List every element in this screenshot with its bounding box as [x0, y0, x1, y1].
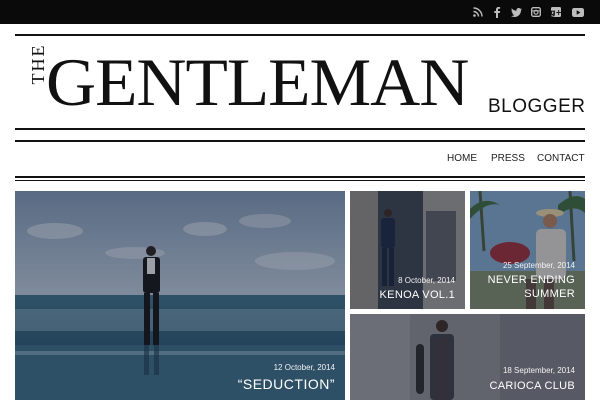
post-tile-kenoa[interactable]: 8 October, 2014 KENOA VOL.1 [350, 191, 465, 309]
masthead-rule-bottom [15, 128, 585, 130]
rss-icon[interactable] [472, 6, 484, 18]
svg-text:g+: g+ [551, 8, 561, 17]
post-date: 25 September, 2014 [502, 261, 575, 270]
facebook-icon[interactable] [491, 6, 503, 18]
google-plus-icon[interactable]: g+ [550, 6, 562, 18]
logo-wordmark[interactable]: GENTLEMAN [46, 42, 495, 122]
nav-contact[interactable]: CONTACT [537, 153, 585, 164]
masthead-rule-top [15, 34, 585, 36]
post-tile-seduction[interactable]: 12 October, 2014 “SEDUCTION” [15, 191, 345, 400]
post-date: 8 October, 2014 [398, 276, 455, 285]
post-title-line1[interactable]: NEVER ENDING [488, 274, 575, 286]
post-tile-carioca-club[interactable]: 18 September, 2014 CARIOCA CLUB [350, 314, 585, 400]
twitter-icon[interactable] [510, 6, 522, 18]
post-title[interactable]: CARIOCA CLUB [489, 380, 575, 392]
nav-rule-top [15, 140, 585, 142]
nav-home[interactable]: HOME [447, 153, 477, 164]
post-date: 12 October, 2014 [273, 363, 335, 372]
post-title-line2[interactable]: SUMMER [524, 288, 575, 300]
nav-rule-bottom [15, 176, 585, 178]
logo-the: THE [27, 43, 48, 85]
logo-subtitle: BLOGGER [488, 96, 586, 117]
instagram-icon[interactable] [530, 6, 542, 18]
nav-rule-thin [15, 180, 585, 181]
youtube-icon[interactable] [572, 6, 584, 18]
nav-press[interactable]: PRESS [491, 153, 525, 164]
post-title[interactable]: “SEDUCTION” [238, 376, 335, 392]
post-date: 18 September, 2014 [502, 366, 575, 375]
post-title[interactable]: KENOA VOL.1 [380, 289, 455, 301]
top-bar: g+ [0, 0, 600, 24]
post-tile-never-ending-summer[interactable]: 25 September, 2014 NEVER ENDING SUMMER [470, 191, 585, 309]
